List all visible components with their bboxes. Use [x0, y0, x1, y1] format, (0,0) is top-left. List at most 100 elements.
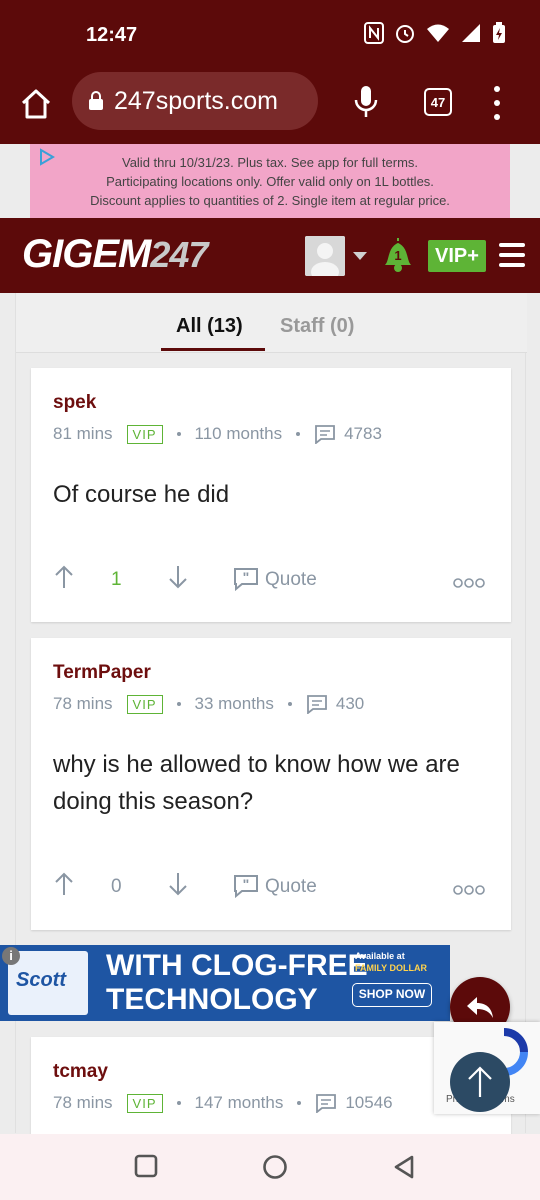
home-nav-button[interactable] — [262, 1154, 288, 1185]
separator-dot — [176, 1101, 181, 1105]
quote-icon[interactable]: " — [233, 567, 259, 597]
tab-staff[interactable]: Staff (0) — [280, 315, 354, 338]
ad-info-icon[interactable]: i — [2, 947, 20, 965]
post-body: Of course he did — [53, 481, 230, 508]
separator-dot — [176, 432, 181, 436]
post-time: 78 mins — [53, 694, 113, 713]
member-tenure: 147 months — [194, 1093, 284, 1112]
adchoices-icon[interactable] — [38, 148, 56, 171]
post-actions: 1 " Quote — [53, 564, 493, 594]
ad-text-line: Valid thru 10/31/23. Plus tax. See app f… — [121, 155, 419, 170]
browser-menu-button[interactable] — [492, 86, 502, 120]
separator-dot — [176, 702, 181, 706]
microphone-icon — [354, 86, 378, 117]
quote-button[interactable]: Quote — [265, 876, 317, 898]
reply-arrow-icon — [467, 997, 493, 1018]
ad-store-logo: FAMILY DOLLAR — [355, 963, 428, 973]
ad-headline: WITH CLOG-FREE TECHNOLOGY — [106, 949, 368, 1016]
square-icon — [134, 1154, 158, 1178]
downvote-arrow-icon[interactable] — [167, 871, 189, 903]
message-count-icon — [316, 1094, 337, 1113]
svg-text:": " — [243, 569, 250, 585]
recents-button[interactable] — [134, 1154, 158, 1183]
back-triangle-icon — [394, 1155, 414, 1179]
post-username[interactable]: TermPaper — [53, 662, 151, 684]
quote-icon[interactable]: " — [233, 874, 259, 904]
separator-dot — [297, 1101, 302, 1105]
status-time: 12:47 — [86, 24, 138, 46]
ad-available-text: Available at — [355, 951, 405, 961]
more-options-icon[interactable] — [453, 880, 485, 902]
ad-text-line: Participating locations only. Offer vali… — [106, 174, 434, 189]
bell-icon: 1 — [385, 238, 411, 272]
post-time: 81 mins — [53, 424, 113, 443]
signal-icon — [460, 23, 482, 48]
ad-shop-now-button[interactable]: SHOP NOW — [352, 983, 432, 1007]
status-bar: 12:47 — [0, 0, 540, 72]
post-count: 430 — [335, 694, 365, 713]
downvote-arrow-icon[interactable] — [167, 564, 189, 596]
separator-dot — [296, 432, 301, 436]
circle-icon — [263, 1155, 287, 1179]
post-username[interactable]: tcmay — [53, 1061, 108, 1083]
vip-badge: VIP — [126, 1093, 163, 1113]
more-options-icon[interactable] — [453, 573, 485, 595]
post-username[interactable]: spek — [53, 392, 96, 414]
vip-badge: VIP — [126, 694, 163, 714]
ad-product-image: Scott — [8, 951, 88, 1015]
member-tenure: 33 months — [194, 694, 274, 713]
lock-icon — [89, 91, 103, 110]
nfc-icon — [364, 22, 384, 49]
separator-dot — [287, 702, 292, 706]
post-meta: 81 mins VIP 110 months 4783 — [53, 424, 382, 444]
system-navigation-bar — [0, 1134, 540, 1200]
wifi-icon — [426, 23, 450, 48]
vote-count: 1 — [111, 569, 122, 590]
address-bar[interactable]: 247sports.com — [72, 72, 318, 130]
back-button[interactable] — [392, 1154, 416, 1185]
post-body: why is he allowed to know how we are doi… — [53, 751, 460, 815]
svg-text:": " — [243, 876, 250, 892]
post-meta: 78 mins VIP 147 months 10546 — [53, 1093, 393, 1113]
scroll-to-top-button[interactable] — [450, 1052, 510, 1112]
site-menu-button[interactable] — [499, 243, 525, 267]
message-count-icon — [306, 695, 327, 714]
post-meta: 78 mins VIP 33 months 430 — [53, 694, 364, 714]
ad-brand: Scott — [16, 969, 66, 991]
post-time: 78 mins — [53, 1093, 113, 1112]
avatar-placeholder-icon — [305, 236, 345, 276]
post-count: 4783 — [344, 424, 382, 443]
quote-button[interactable]: Quote — [265, 569, 317, 591]
post-card: spek 81 mins VIP 110 months 4783 Of cour… — [31, 368, 511, 622]
site-logo[interactable]: GIGEM247 — [22, 232, 208, 277]
upvote-arrow-icon[interactable] — [53, 564, 75, 596]
notifications-button[interactable]: 1 — [382, 236, 414, 274]
vip-plus-button[interactable]: VIP+ — [428, 240, 486, 272]
upvote-arrow-icon[interactable] — [53, 871, 75, 903]
alarm-icon — [394, 22, 416, 49]
vote-count: 0 — [111, 876, 122, 897]
user-avatar[interactable] — [305, 236, 345, 276]
site-header: GIGEM247 1 VIP+ — [0, 218, 540, 293]
tab-switcher-button[interactable]: 47 — [424, 88, 452, 116]
top-ad-banner[interactable]: Valid thru 10/31/23. Plus tax. See app f… — [30, 144, 510, 218]
arrow-up-icon — [468, 1066, 492, 1097]
home-icon — [21, 89, 51, 119]
tab-all[interactable]: All (13) — [176, 315, 243, 338]
post-actions: 0 " Quote — [53, 871, 493, 901]
url-text: 247sports.com — [114, 86, 278, 115]
battery-icon — [492, 22, 506, 49]
vip-badge: VIP — [126, 424, 163, 444]
member-tenure: 110 months — [194, 424, 283, 443]
filter-tabs: All (13) Staff (0) — [16, 293, 527, 353]
active-tab-indicator — [161, 348, 265, 351]
voice-search-button[interactable] — [352, 84, 380, 120]
status-icons — [364, 22, 506, 49]
post-count: 10546 — [345, 1093, 393, 1112]
browser-toolbar: 247sports.com 47 — [0, 72, 540, 144]
post-card: TermPaper 78 mins VIP 33 months 430 why … — [31, 638, 511, 930]
home-button[interactable] — [18, 86, 54, 122]
bottom-ad-banner[interactable]: Scott i WITH CLOG-FREE TECHNOLOGY Availa… — [0, 945, 450, 1021]
ad-text-line: Discount applies to quantities of 2. Sin… — [90, 193, 450, 208]
chevron-down-icon[interactable] — [353, 252, 367, 260]
